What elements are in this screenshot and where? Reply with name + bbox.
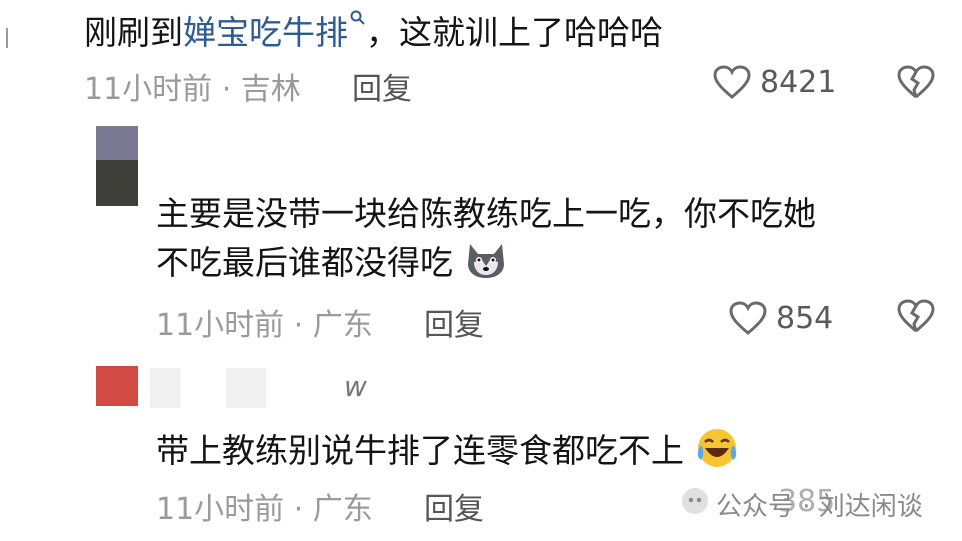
comment-text: 带上教练别说牛排了连零食都吃不上: [156, 426, 739, 481]
comment-meta: 11小时前 · 吉林: [84, 72, 301, 107]
watermark: 公众号 · 刘达闲谈: [680, 486, 923, 523]
location: 广东: [312, 308, 373, 343]
location: 广东: [312, 492, 373, 527]
location: 吉林: [240, 72, 301, 107]
comment-2: 主要是没带一块给陈教练吃上一吃，你不吃她 不吃最后谁都没得吃 11小时前 · 广…: [0, 118, 962, 348]
heart-icon: [728, 300, 768, 336]
broken-heart-icon: [896, 64, 936, 100]
reply-button[interactable]: 回复: [352, 64, 412, 108]
reply-button[interactable]: 回复: [424, 484, 484, 528]
dislike-button[interactable]: [896, 298, 936, 334]
comment-meta: 11小时前 · 广东: [156, 492, 373, 527]
like-count: 8421: [760, 64, 837, 100]
username-fragment: w: [344, 370, 367, 403]
comment-text: 刚刷到婵宝吃牛排 ，这就训上了哈哈哈: [84, 10, 663, 55]
reply-button[interactable]: 回复: [424, 300, 484, 344]
comment-text-line-1: 主要是没带一块给陈教练吃上一吃，你不吃她: [156, 194, 816, 233]
heart-icon: [712, 64, 752, 100]
search-link[interactable]: 婵宝吃牛排: [183, 10, 366, 52]
timestamp: 11小时前: [156, 308, 285, 343]
avatar[interactable]: [96, 366, 138, 406]
comment-meta: 11小时前 · 广东: [156, 308, 373, 343]
comment-3: w 带上教练别说牛排了连零食都吃不上 11小时前 · 广东 回复 385 公众号…: [0, 348, 962, 541]
timestamp: 11小时前: [156, 492, 285, 527]
wechat-official-account-icon: [680, 486, 710, 523]
search-link-label: 婵宝吃牛排: [183, 13, 348, 52]
like-button[interactable]: 854: [728, 300, 833, 336]
avatar-fragment: [6, 28, 22, 48]
username-blurred[interactable]: [150, 368, 180, 408]
timestamp: 11小时前: [84, 72, 213, 107]
watermark-text: 公众号 · 刘达闲谈: [716, 492, 923, 522]
wolf-emoji-icon: [464, 240, 508, 291]
username-blurred: [226, 368, 266, 408]
comment-text-line-2: 不吃最后谁都没得吃: [156, 240, 508, 291]
comment-1: 刚刷到婵宝吃牛排 ，这就训上了哈哈哈 11小时前 · 吉林 回复 8421: [0, 0, 962, 118]
avatar[interactable]: [96, 126, 138, 206]
like-button[interactable]: 8421: [712, 64, 836, 100]
dislike-button[interactable]: [896, 64, 936, 100]
broken-heart-icon: [896, 298, 936, 334]
laughing-crying-emoji-icon: [695, 426, 739, 481]
like-count: 854: [776, 300, 834, 336]
search-icon: [350, 10, 365, 25]
